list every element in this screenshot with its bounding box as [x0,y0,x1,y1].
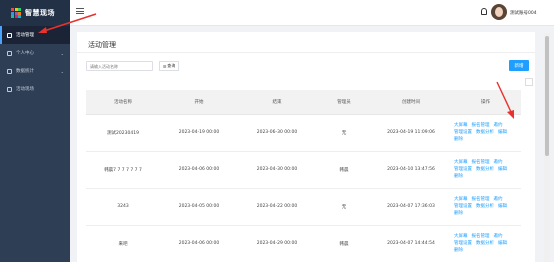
cell-end: 2023-06-30 00:00 [238,114,316,152]
column-header: 活动名称 [86,90,160,115]
delete-link[interactable]: 删除 [454,210,463,217]
search-icon: ☰ [162,63,167,69]
sidebar-item-activity-management[interactable]: 活动管理 [0,26,70,44]
signup-management-link[interactable]: 报名管理 [472,122,490,129]
sidebar-item-event-site[interactable]: 活动现场 [0,80,70,98]
invite-link[interactable]: 邀约 [494,159,503,166]
cell-start: 2023-04-05 00:00 [160,188,238,226]
cell-admin: 韩晨 [316,225,372,262]
query-button[interactable]: ☰ 查询 [159,61,179,71]
big-screen-link[interactable]: 大屏幕 [454,233,468,240]
delete-link[interactable]: 删除 [454,136,463,143]
edit-link[interactable]: 编辑 [498,240,507,247]
sidebar-item-personal-center[interactable]: 个人中心 ⌄ [0,44,70,62]
cell-start: 2023-04-06 00:00 [160,151,238,189]
cell-actions: 大屏幕 报名管理 邀约管理设置 数据分析 编辑删除 [450,114,521,152]
signup-management-link[interactable]: 报名管理 [472,233,490,240]
top-header: 测试账号004 [70,0,554,26]
avatar[interactable] [491,4,507,20]
data-analysis-link[interactable]: 数据分析 [476,203,494,210]
document-icon [7,32,12,38]
table-header: 活动名称 开始 结束 管理员 创建时间 操作 [86,90,521,115]
brand: 智慧现场 [0,0,70,26]
data-analysis-link[interactable]: 数据分析 [476,129,494,136]
main-panel: 活动管理 ☰ 查询 新增 活动名称 开始 结束 管理员 创建时间 操作 测试20… [77,32,535,262]
manage-settings-link[interactable]: 管理设置 [454,240,472,247]
manage-settings-link[interactable]: 管理设置 [454,129,472,136]
sidebar-item-statistics[interactable]: 数据统计 ⌄ [0,62,70,80]
cell-created: 2023-04-19 11:09:06 [372,114,450,152]
invite-link[interactable]: 邀约 [494,122,503,129]
sidebar: 智慧现场 活动管理 个人中心 ⌄ 数据统计 ⌄ 活动现场 [0,0,70,262]
table-row: 来吧 2023-04-06 00:00 2023-04-29 00:00 韩晨 2023… [86,225,521,262]
chart-icon [7,68,12,74]
data-analysis-link[interactable]: 数据分析 [476,240,494,247]
cell-end: 2023-04-22 00:00 [238,188,316,226]
cell-actions: 大屏幕 报名管理 邀约管理设置 数据分析 编辑删除 [450,151,521,189]
cell-created: 2023-04-10 13:47:56 [372,151,450,189]
cell-name: 韩晨7 7 7 7 7 7 7 [86,151,160,189]
column-settings-icon[interactable] [525,78,533,86]
cell-actions: 大屏幕 报名管理 邀约管理设置 数据分析 编辑删除 [450,188,521,226]
data-analysis-link[interactable]: 数据分析 [476,166,494,173]
page-title: 活动管理 [88,41,116,49]
sidebar-item-label: 活动现场 [16,87,34,92]
signup-management-link[interactable]: 报名管理 [472,159,490,166]
cell-created: 2023-04-07 14:44:54 [372,225,450,262]
cell-start: 2023-04-06 00:00 [160,225,238,262]
column-header: 结束 [238,90,316,115]
divider [77,52,535,53]
cell-actions: 大屏幕 报名管理 邀约管理设置 数据分析 编辑删除 [450,225,521,262]
cell-name: 测试20230419 [86,114,160,152]
username[interactable]: 测试账号004 [510,10,537,16]
cell-name: 3243 [86,188,160,226]
menu-toggle-icon[interactable] [76,8,84,16]
chevron-down-icon: ⌄ [60,68,64,74]
cell-created: 2023-04-07 17:36:03 [372,188,450,226]
big-screen-link[interactable]: 大屏幕 [454,122,468,129]
cell-admin: 韩晨 [316,151,372,189]
cell-end: 2023-04-29 00:00 [238,225,316,262]
delete-link[interactable]: 删除 [454,173,463,180]
cell-admin: 无 [316,114,372,152]
invite-link[interactable]: 邀约 [494,196,503,203]
cell-end: 2023-04-30 00:00 [238,151,316,189]
sidebar-item-label: 活动管理 [16,33,34,38]
invite-link[interactable]: 邀约 [494,233,503,240]
sidebar-item-label: 数据统计 [16,69,34,74]
edit-link[interactable]: 编辑 [498,129,507,136]
sidebar-item-label: 个人中心 [16,51,34,56]
delete-link[interactable]: 删除 [454,247,463,254]
manage-settings-link[interactable]: 管理设置 [454,166,472,173]
table-row: 韩晨7 7 7 7 7 7 7 2023-04-06 00:00 2023-04-3… [86,151,521,189]
cell-name: 来吧 [86,225,160,262]
scrollbar-thumb[interactable] [545,36,549,156]
big-screen-link[interactable]: 大屏幕 [454,159,468,166]
brand-logo-icon [11,8,21,18]
column-header: 开始 [160,90,238,115]
manage-settings-link[interactable]: 管理设置 [454,203,472,210]
column-header: 操作 [450,90,521,115]
column-header: 管理员 [316,90,372,115]
column-header: 创建时间 [372,90,450,115]
signup-management-link[interactable]: 报名管理 [472,196,490,203]
bell-icon[interactable] [481,8,487,15]
cell-admin: 无 [316,188,372,226]
table-row: 测试20230419 2023-04-19 00:00 2023-06-30 00:… [86,114,521,152]
cell-start: 2023-04-19 00:00 [160,114,238,152]
activity-table: 活动名称 开始 结束 管理员 创建时间 操作 测试20230419 2023-04… [86,90,521,262]
add-button[interactable]: 新增 [509,60,529,71]
query-label: 查询 [167,63,176,68]
share-icon [7,86,12,92]
brand-name: 智慧现场 [25,9,55,17]
chevron-down-icon: ⌄ [60,50,64,56]
big-screen-link[interactable]: 大屏幕 [454,196,468,203]
edit-link[interactable]: 编辑 [498,166,507,173]
table-row: 3243 2023-04-05 00:00 2023-04-22 00:00 无 202… [86,188,521,226]
user-card-icon [7,50,12,56]
search-input[interactable] [86,61,153,71]
edit-link[interactable]: 编辑 [498,203,507,210]
